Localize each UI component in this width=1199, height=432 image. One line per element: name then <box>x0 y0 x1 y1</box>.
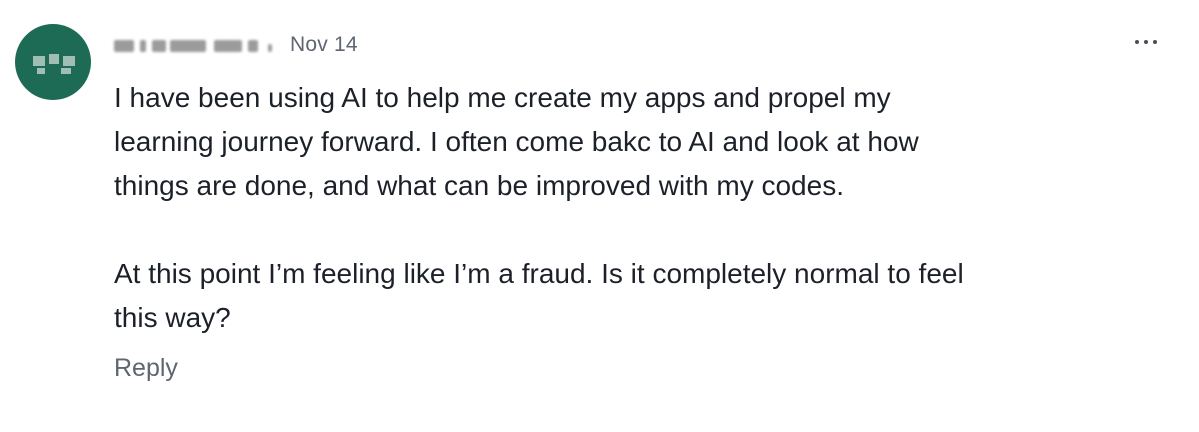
comment-header: Nov 14 <box>114 28 358 62</box>
comment-paragraph: At this point I’m feeling like I’m a fra… <box>114 258 964 333</box>
comment-paragraph: I have been using AI to help me create m… <box>114 82 919 201</box>
more-options-icon[interactable] <box>1131 36 1161 48</box>
comment-body: I have been using AI to help me create m… <box>114 76 1114 340</box>
author-name-blurred[interactable] <box>114 34 276 56</box>
comment-date: Nov 14 <box>290 33 358 56</box>
avatar[interactable] <box>15 24 91 100</box>
comment-card: Nov 14 I have been using AI to help me c… <box>0 0 1199 432</box>
reply-button[interactable]: Reply <box>114 354 178 383</box>
